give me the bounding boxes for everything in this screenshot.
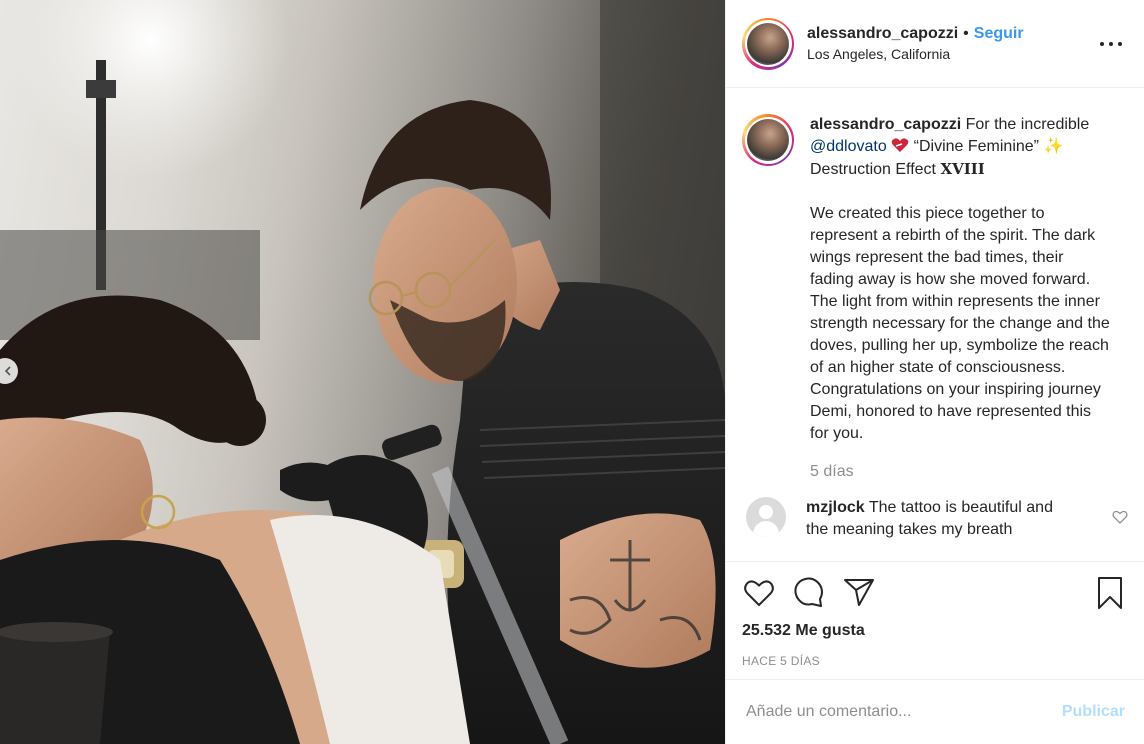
caption-paragraph: We created this piece together to repres… (810, 205, 1110, 442)
more-options-button[interactable] (1100, 36, 1122, 52)
comment-input[interactable] (746, 703, 1062, 721)
caption-mention[interactable]: @ddlovato (810, 138, 887, 155)
comment-username[interactable]: mzjlock (806, 499, 865, 516)
heart-icon (744, 580, 774, 607)
comments-list[interactable]: alessandro_capozzi For the incredible @d… (726, 88, 1144, 560)
location-link[interactable]: Los Angeles, California (807, 46, 1024, 62)
caption-time-ago: 5 días (810, 463, 854, 480)
comment-button[interactable] (792, 575, 826, 609)
bookmark-icon (1098, 577, 1122, 609)
caption-text-3: Destruction Effect (810, 161, 936, 178)
save-button[interactable] (1095, 576, 1125, 610)
avatar-story-ring[interactable] (742, 17, 794, 70)
comment-composer: Publicar (726, 679, 1144, 744)
chevron-left-icon (4, 366, 11, 376)
photo-illustration (0, 0, 725, 744)
post-header: alessandro_capozzi • Seguir Los Angeles,… (726, 0, 1144, 88)
post-actions: 25.532 Me gusta HACE 5 DÍAS (726, 561, 1144, 679)
author-username[interactable]: alessandro_capozzi (807, 25, 958, 43)
share-icon (844, 579, 874, 606)
heart-emoji-icon (891, 138, 909, 152)
avatar[interactable] (747, 22, 789, 65)
caption-text-1: For the incredible (965, 116, 1090, 133)
more-icon (1100, 42, 1104, 46)
caption-avatar-ring[interactable] (742, 114, 794, 166)
comment-icon (794, 577, 823, 607)
comment-heart-icon[interactable] (1112, 509, 1128, 525)
like-button[interactable] (742, 575, 776, 609)
sparkle-emoji-icon: ✨ (1043, 138, 1064, 155)
caption-username[interactable]: alessandro_capozzi (810, 116, 961, 133)
likes-count[interactable]: 25.532 Me gusta (742, 622, 1129, 640)
comment-item: mzjlock The tattoo is beautiful and the … (742, 497, 1128, 541)
post-photo[interactable] (0, 0, 725, 744)
follow-button[interactable]: Seguir (974, 25, 1024, 43)
caption-avatar[interactable] (747, 119, 789, 161)
separator-dot: • (963, 25, 969, 42)
caption-text-2: “Divine Feminine” (913, 138, 1040, 155)
post-date: HACE 5 DÍAS (742, 654, 820, 668)
publish-button[interactable]: Publicar (1062, 703, 1125, 721)
share-button[interactable] (842, 575, 876, 609)
caption: alessandro_capozzi For the incredible @d… (742, 114, 1128, 483)
comment-avatar[interactable] (746, 497, 786, 537)
caption-roman: XVIII (940, 160, 985, 178)
post-side-panel: alessandro_capozzi • Seguir Los Angeles,… (725, 0, 1144, 744)
